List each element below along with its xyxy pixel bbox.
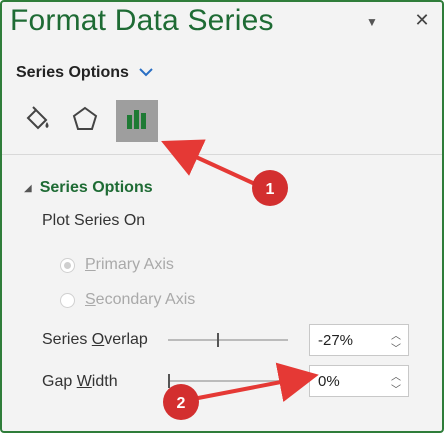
series-overlap-slider[interactable] — [168, 333, 288, 347]
tab-fill-line[interactable] — [16, 100, 58, 142]
series-overlap-spinner[interactable]: -27% ︿ ﹀ — [309, 324, 409, 356]
primary-axis-radio[interactable] — [60, 257, 75, 273]
gap-width-label: Gap Width — [42, 373, 118, 390]
primary-axis-label: Primary Axis — [85, 256, 174, 273]
bar-chart-icon — [122, 104, 152, 139]
chevron-down-icon — [139, 64, 153, 82]
section-title: Series Options — [39, 179, 153, 196]
gap-width-spinner[interactable]: 0% ︿ ﹀ — [309, 365, 409, 397]
tab-series-options[interactable] — [116, 100, 158, 142]
secondary-axis-radio[interactable] — [60, 292, 75, 308]
plot-series-on-label: Plot Series On — [42, 212, 146, 229]
spin-down-icon[interactable]: ﹀ — [390, 340, 402, 355]
format-data-series-pane: Format Data Series ▼ ✕ Series Options ◢ … — [0, 0, 444, 433]
pane-title: Format Data Series — [10, 4, 274, 37]
series-options-dropdown[interactable]: Series Options — [16, 64, 153, 82]
gap-width-slider-thumb[interactable] — [168, 374, 170, 388]
pentagon-icon — [70, 104, 100, 139]
task-pane-options-icon[interactable]: ▼ — [362, 12, 382, 32]
tab-divider — [2, 154, 442, 155]
secondary-axis-option[interactable]: Secondary Axis — [60, 291, 195, 309]
series-options-section-toggle[interactable]: ◢ Series Options — [24, 179, 153, 197]
series-overlap-slider-thumb[interactable] — [217, 333, 219, 347]
primary-axis-option[interactable]: Primary Axis — [60, 256, 174, 274]
tab-effects[interactable] — [64, 100, 106, 142]
paint-bucket-icon — [22, 104, 52, 139]
secondary-axis-label: Secondary Axis — [85, 291, 196, 308]
close-icon[interactable]: ✕ — [412, 10, 432, 30]
series-options-dropdown-label: Series Options — [16, 64, 129, 81]
series-overlap-value[interactable]: -27% — [318, 332, 353, 349]
collapse-triangle-icon: ◢ — [24, 182, 32, 194]
gap-width-slider[interactable] — [168, 374, 288, 388]
spin-down-icon[interactable]: ﹀ — [390, 381, 402, 396]
series-overlap-label: Series Overlap — [42, 331, 148, 348]
gap-width-value[interactable]: 0% — [318, 373, 340, 390]
